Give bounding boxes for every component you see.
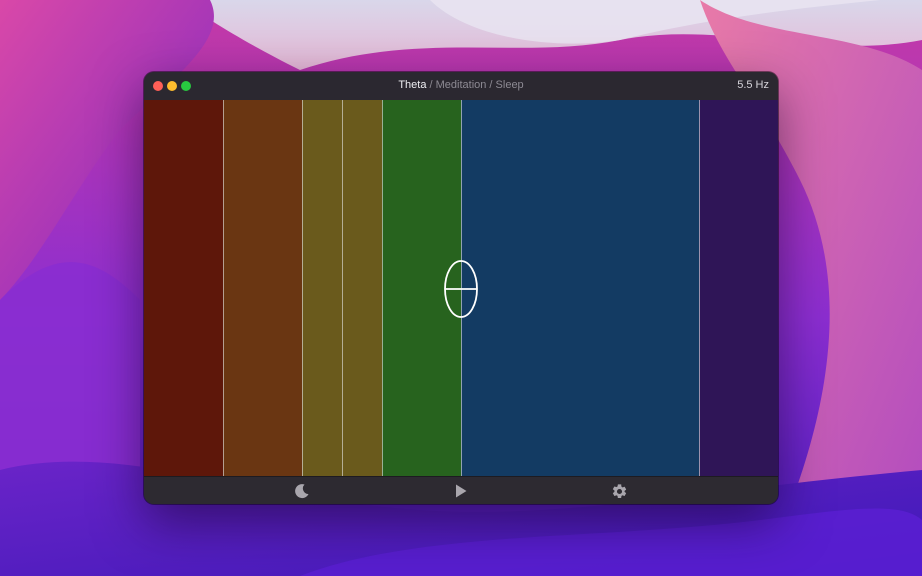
title-secondary: / Meditation / Sleep bbox=[426, 79, 524, 91]
bottom-toolbar bbox=[144, 476, 778, 504]
band-3[interactable] bbox=[302, 100, 342, 476]
title-primary: Theta bbox=[398, 79, 427, 91]
app-window: Theta / Meditation / Sleep 5.5 Hz bbox=[144, 72, 778, 504]
band-divider bbox=[699, 100, 700, 476]
band-2[interactable] bbox=[223, 100, 302, 476]
play-icon bbox=[456, 484, 467, 498]
frequency-readout: 5.5 Hz bbox=[737, 79, 769, 91]
band-6[interactable] bbox=[461, 100, 699, 476]
title-bar[interactable]: Theta / Meditation / Sleep 5.5 Hz bbox=[144, 72, 778, 101]
band-divider bbox=[223, 100, 224, 476]
sleep-button[interactable] bbox=[292, 482, 312, 500]
band-4[interactable] bbox=[342, 100, 382, 476]
band-divider bbox=[302, 100, 303, 476]
window-title: Theta / Meditation / Sleep bbox=[144, 79, 778, 91]
frequency-marker-handle[interactable] bbox=[443, 259, 479, 319]
play-button[interactable] bbox=[451, 482, 471, 500]
band-divider bbox=[342, 100, 343, 476]
band-divider bbox=[382, 100, 383, 476]
frequency-bands[interactable] bbox=[144, 100, 778, 476]
band-7[interactable] bbox=[699, 100, 778, 476]
moon-icon bbox=[295, 484, 309, 499]
gear-icon bbox=[612, 483, 626, 498]
settings-button[interactable] bbox=[609, 482, 629, 500]
band-1[interactable] bbox=[144, 100, 223, 476]
